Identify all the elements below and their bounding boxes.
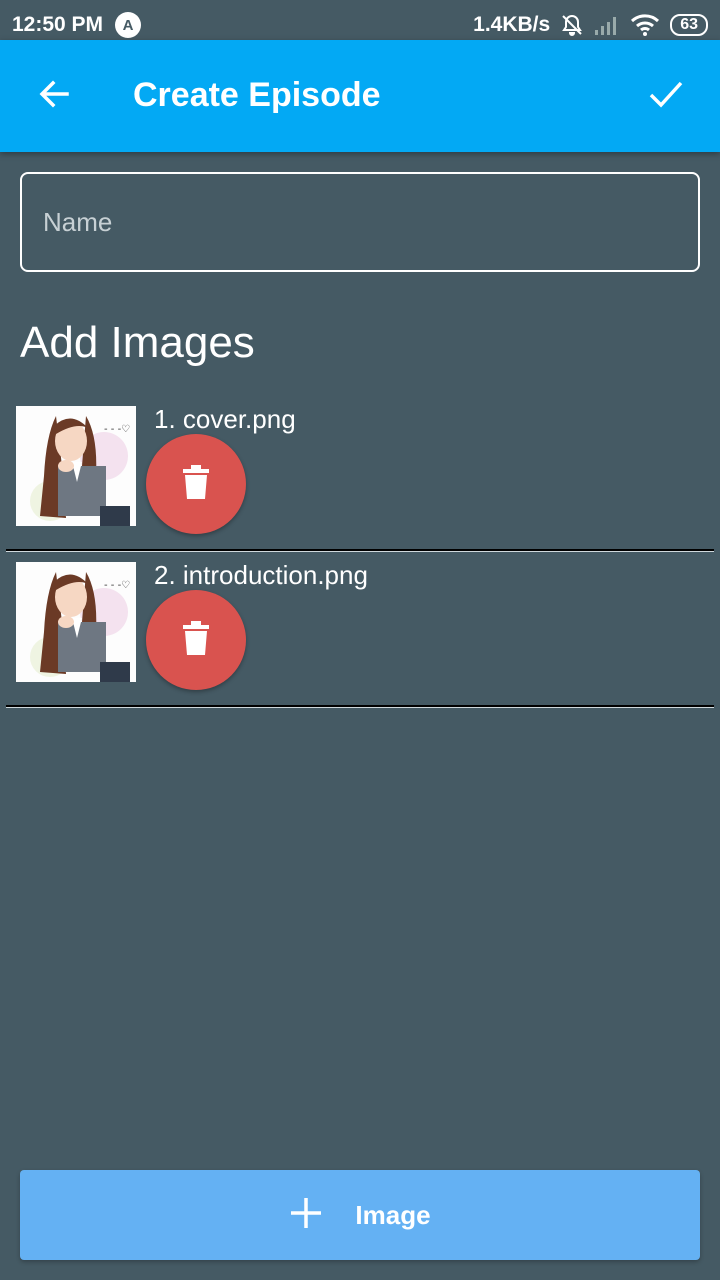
confirm-button[interactable] [642, 72, 690, 120]
bell-off-icon [560, 13, 584, 37]
plus-icon [289, 1196, 323, 1235]
image-filename: 1. cover.png [154, 404, 296, 434]
status-left: 12:50 PM A [12, 12, 142, 38]
check-icon [647, 75, 685, 118]
image-thumbnail: - - -♡ [16, 562, 136, 682]
app-bar: Create Episode [0, 40, 720, 152]
network-speed: 1.4KB/s [473, 13, 551, 36]
app-notification-icon: A [115, 12, 142, 38]
delete-button[interactable] [146, 590, 246, 690]
list-item: - - -♡ 2. introduction.png [6, 552, 714, 708]
add-image-label: Image [355, 1199, 431, 1230]
trash-icon [181, 464, 211, 505]
svg-text:- - -♡: - - -♡ [104, 424, 130, 435]
image-filename: 2. introduction.png [154, 560, 368, 590]
delete-button[interactable] [146, 434, 246, 534]
status-right: 1.4KB/s 63 [473, 13, 708, 37]
page-title: Create Episode [133, 76, 381, 114]
wifi-icon [630, 14, 660, 36]
list-item: - - -♡ 1. cover.png [6, 396, 714, 552]
name-field[interactable] [20, 172, 700, 272]
svg-text:- - -♡: - - -♡ [104, 580, 130, 591]
back-button[interactable] [30, 72, 78, 120]
signal-icon [594, 14, 620, 36]
arrow-left-icon [36, 76, 72, 117]
status-time: 12:50 PM [12, 13, 104, 36]
name-input[interactable] [41, 205, 698, 239]
battery-indicator: 63 [670, 14, 708, 36]
add-image-button[interactable]: Image [20, 1170, 700, 1260]
trash-icon [181, 620, 211, 661]
image-thumbnail: - - -♡ [16, 406, 136, 526]
row-divider [6, 705, 714, 708]
add-images-heading: Add Images [20, 318, 255, 367]
